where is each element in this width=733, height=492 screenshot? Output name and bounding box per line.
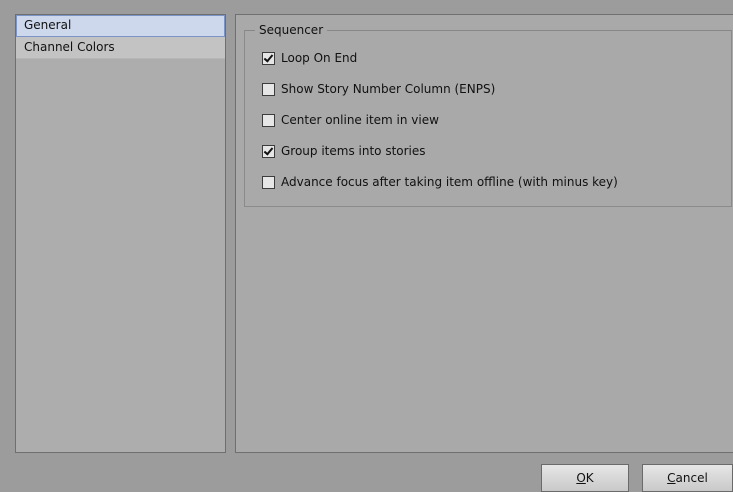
center-online-item-checkbox[interactable] xyxy=(262,113,275,127)
show-story-number-label: Show Story Number Column (ENPS) xyxy=(281,82,496,96)
group-items-label: Group items into stories xyxy=(281,144,426,158)
center-online-item-label: Center online item in view xyxy=(281,113,439,127)
show-story-number-checkbox[interactable] xyxy=(262,82,275,96)
group-items-checkbox[interactable] xyxy=(262,144,275,158)
settings-category-list: General Channel Colors xyxy=(15,14,226,453)
sequencer-group-title: Sequencer xyxy=(255,22,328,38)
loop-on-end-label: Loop On End xyxy=(281,51,358,65)
center-online-item-option[interactable]: Center online item in view xyxy=(262,112,439,128)
group-items-option[interactable]: Group items into stories xyxy=(262,143,426,159)
sidebar-item-channel-colors[interactable]: Channel Colors xyxy=(16,37,225,59)
settings-panel: Sequencer Loop On End Show Story Number … xyxy=(235,14,733,453)
loop-on-end-checkbox[interactable] xyxy=(262,51,275,65)
advance-focus-option[interactable]: Advance focus after taking item offline … xyxy=(262,174,618,190)
advance-focus-checkbox[interactable] xyxy=(262,175,275,189)
cancel-button-label: Cancel xyxy=(667,471,708,485)
ok-button-label: OK xyxy=(576,471,594,485)
sequencer-groupbox: Sequencer Loop On End Show Story Number … xyxy=(244,22,732,207)
sidebar-item-label: Channel Colors xyxy=(24,40,115,54)
sidebar-item-label: General xyxy=(24,18,72,32)
show-story-number-option[interactable]: Show Story Number Column (ENPS) xyxy=(262,81,495,97)
advance-focus-label: Advance focus after taking item offline … xyxy=(281,175,618,189)
sidebar-item-general[interactable]: General xyxy=(16,15,225,37)
loop-on-end-option[interactable]: Loop On End xyxy=(262,50,357,66)
